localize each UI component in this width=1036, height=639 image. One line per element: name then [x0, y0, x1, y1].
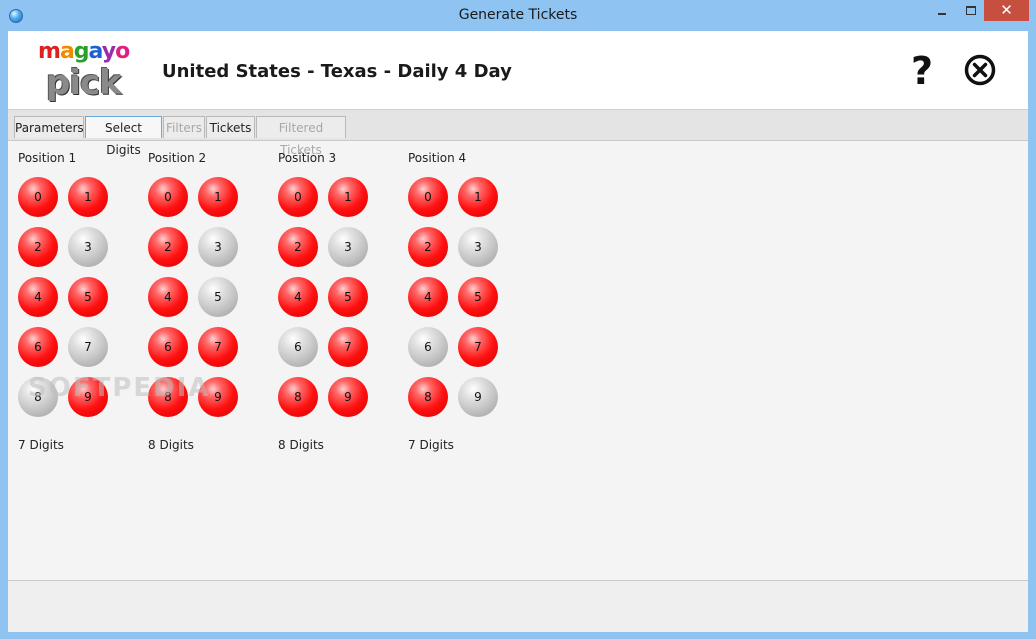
digit-ball-8[interactable]: 8 [18, 377, 58, 417]
digit-ball-0[interactable]: 0 [148, 177, 188, 217]
digit-count-label: 7 Digits [408, 438, 454, 452]
digit-count-label: 8 Digits [278, 438, 324, 452]
logo-letter: m [38, 39, 61, 64]
maximize-button[interactable] [956, 0, 984, 21]
digit-count-label: 7 Digits [18, 438, 64, 452]
logo-letter: g [73, 39, 90, 64]
digit-ball-1[interactable]: 1 [198, 177, 238, 217]
client-area: magayo pick United States - Texas - Dail… [8, 31, 1028, 632]
digit-ball-2[interactable]: 2 [18, 227, 58, 267]
digit-ball-8[interactable]: 8 [148, 377, 188, 417]
digit-ball-7[interactable]: 7 [328, 327, 368, 367]
digit-ball-2[interactable]: 2 [408, 227, 448, 267]
footer-bar [8, 580, 1028, 632]
logo-letter: y [101, 39, 116, 64]
digit-ball-8[interactable]: 8 [278, 377, 318, 417]
digit-ball-9[interactable]: 9 [68, 377, 108, 417]
window-close-icon: ✕ [1000, 1, 1013, 19]
digit-ball-1[interactable]: 1 [68, 177, 108, 217]
digit-ball-1[interactable]: 1 [458, 177, 498, 217]
digit-ball-4[interactable]: 4 [18, 277, 58, 317]
lottery-title: United States - Texas - Daily 4 Day [162, 61, 512, 82]
logo-letter: o [115, 39, 130, 64]
digit-ball-0[interactable]: 0 [278, 177, 318, 217]
window-close-button[interactable]: ✕ [984, 0, 1029, 21]
title-bar[interactable]: Generate Tickets ✕ [0, 0, 1036, 31]
digit-ball-3[interactable]: 3 [68, 227, 108, 267]
logo-letter: a [88, 39, 103, 64]
window-title: Generate Tickets [458, 7, 578, 23]
logo-top-text: magayo [38, 39, 130, 64]
digit-ball-0[interactable]: 0 [18, 177, 58, 217]
digit-ball-5[interactable]: 5 [458, 277, 498, 317]
minimize-icon [938, 13, 946, 15]
position-label: Position 1 [18, 151, 77, 165]
maximize-icon [966, 6, 976, 15]
digit-ball-4[interactable]: 4 [408, 277, 448, 317]
digit-ball-5[interactable]: 5 [328, 277, 368, 317]
position-label: Position 2 [148, 151, 207, 165]
digit-ball-9[interactable]: 9 [458, 377, 498, 417]
tab-select-digits[interactable]: Select Digits [85, 116, 162, 157]
digit-ball-5[interactable]: 5 [68, 277, 108, 317]
select-digits-panel: Position 1 0123456789 7 Digits Position … [8, 141, 1028, 579]
digit-ball-3[interactable]: 3 [328, 227, 368, 267]
position-label: Position 4 [408, 151, 467, 165]
app-window: Generate Tickets ✕ magayo pick United St… [0, 0, 1036, 639]
digit-count-label: 8 Digits [148, 438, 194, 452]
question-mark-icon[interactable]: ? [906, 51, 938, 91]
tab-bar: Parameters Select Digits Filters Tickets… [8, 110, 1028, 157]
digit-ball-6[interactable]: 6 [148, 327, 188, 367]
digit-ball-2[interactable]: 2 [148, 227, 188, 267]
minimize-button[interactable] [928, 0, 956, 21]
digit-ball-7[interactable]: 7 [198, 327, 238, 367]
logo-bottom-text: pick [46, 63, 122, 103]
digit-ball-7[interactable]: 7 [458, 327, 498, 367]
header: magayo pick United States - Texas - Dail… [8, 31, 1028, 110]
digit-ball-3[interactable]: 3 [458, 227, 498, 267]
logo-letter: a [59, 39, 75, 64]
tab-filters: Filters [163, 116, 205, 138]
digit-ball-9[interactable]: 9 [328, 377, 368, 417]
digit-ball-5[interactable]: 5 [198, 277, 238, 317]
digit-ball-4[interactable]: 4 [278, 277, 318, 317]
tab-filtered-tickets: Filtered Tickets [256, 116, 346, 157]
digit-ball-8[interactable]: 8 [408, 377, 448, 417]
digit-ball-0[interactable]: 0 [408, 177, 448, 217]
digit-ball-7[interactable]: 7 [68, 327, 108, 367]
digit-ball-9[interactable]: 9 [198, 377, 238, 417]
position-label: Position 3 [278, 151, 337, 165]
digit-ball-2[interactable]: 2 [278, 227, 318, 267]
close-circle-icon[interactable] [964, 54, 996, 86]
digit-ball-6[interactable]: 6 [18, 327, 58, 367]
digit-ball-6[interactable]: 6 [408, 327, 448, 367]
tab-parameters[interactable]: Parameters [14, 116, 84, 138]
digit-ball-6[interactable]: 6 [278, 327, 318, 367]
digit-ball-1[interactable]: 1 [328, 177, 368, 217]
magayo-pick-logo: magayo pick [38, 39, 138, 103]
tab-tickets[interactable]: Tickets [206, 116, 255, 138]
digit-ball-4[interactable]: 4 [148, 277, 188, 317]
digit-ball-3[interactable]: 3 [198, 227, 238, 267]
